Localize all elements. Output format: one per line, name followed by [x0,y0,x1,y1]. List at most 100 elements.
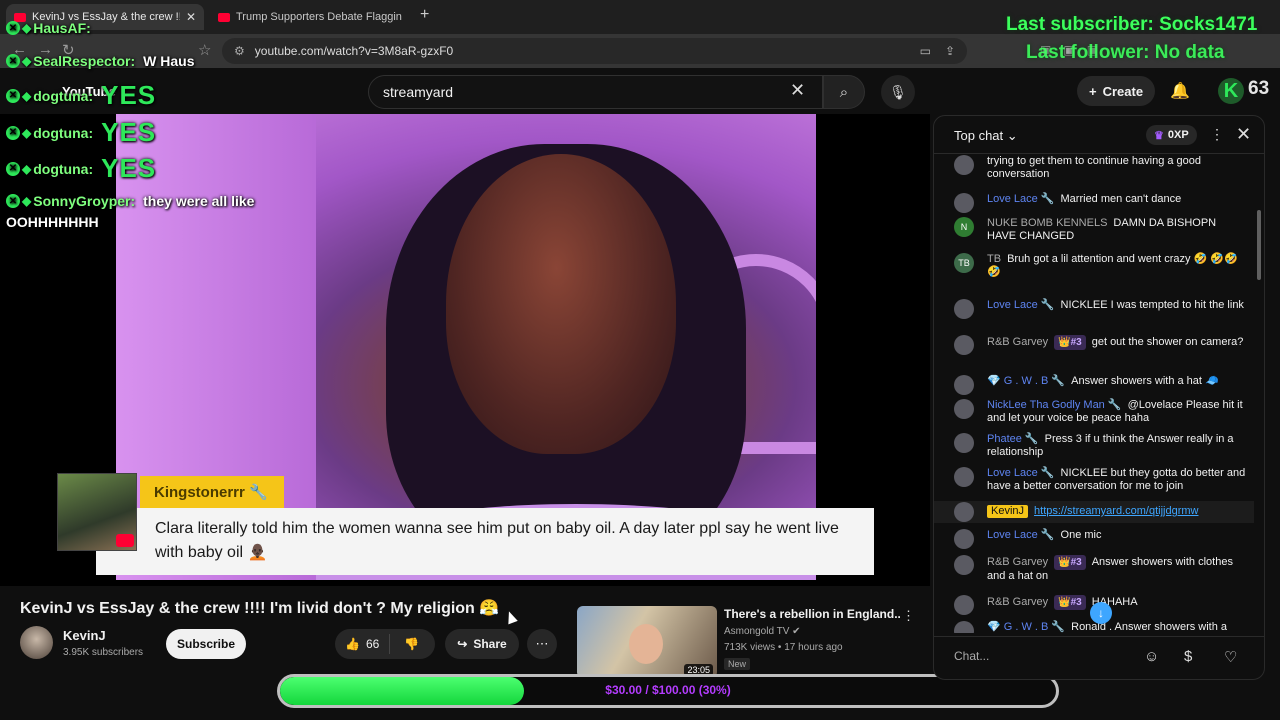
xp-badge[interactable]: ♛ 0XP [1146,125,1197,145]
chat-input[interactable]: Chat... [954,649,989,663]
chat-message[interactable]: Phatee 🔧 Press 3 if u think the Answer re… [934,433,1254,463]
create-button[interactable]: + Create [1077,76,1156,106]
recommended-video-thumbnail[interactable]: 23:05 [577,606,717,678]
chat-message[interactable]: R&B Garvey 👑#3 Answer showers with clothes… [934,555,1254,585]
chat-avatar[interactable] [954,502,974,522]
site-info-icon[interactable]: ⚙ [234,44,245,58]
chat-message[interactable]: TB TB Bruh got a lil attention and went cr… [934,253,1254,283]
kebab-menu-icon[interactable]: ⋮ [902,608,915,624]
emoji-icon[interactable]: ☺ [1144,648,1159,665]
super-chat-icon[interactable]: $ [1184,648,1192,665]
thumbs-down-icon: 👎 [404,637,420,651]
stream-chat-line: ✕ ◆ dogtuna: YES [6,117,156,148]
scroll-to-bottom-button[interactable]: ↓ [1090,602,1112,624]
url-text: youtube.com/watch?v=3M8aR-gzxF0 [254,44,454,58]
search-input[interactable]: streamyard [368,75,823,109]
chat-avatar[interactable] [954,595,974,615]
featured-avatar [57,473,137,551]
share-button[interactable]: ↪ Share [445,629,519,659]
chat-avatar[interactable] [954,299,974,319]
chat-avatar[interactable] [954,555,974,575]
chat-message-body: KevinJ https://streamyard.com/qtijjdgrmw [987,505,1247,518]
chat-scrollbar[interactable] [1256,160,1262,630]
chat-avatar[interactable] [954,335,974,355]
last-subscriber-label: Last subscriber: Socks1471 [1006,14,1258,35]
close-chat-icon[interactable]: ✕ [1236,124,1251,145]
chat-message[interactable]: trying to get them to continue having a … [934,155,1254,185]
chat-message[interactable]: NickLee Tha Godly Man 🔧 @Lovelace Please … [934,399,1254,429]
chat-text: Answer showers with a hat 🧢 [1071,375,1219,387]
recommended-video-title[interactable]: There's a rebellion in England.. [724,607,901,621]
chat-avatar[interactable] [954,155,974,175]
featured-author: Kingstonerrr 🔧 [140,476,284,508]
chat-link[interactable]: https://streamyard.com/qtijjdgrmw [1034,505,1198,517]
chat-author[interactable]: 💎 G . W . B 🔧 [987,621,1065,633]
chat-avatar[interactable] [954,375,974,395]
chat-author[interactable]: Love Lace 🔧 [987,193,1055,205]
scrollbar-thumb[interactable] [1257,210,1261,280]
chat-header: Top chat ⌄ ♛ 0XP ⋮ ✕ [934,116,1264,154]
new-badge: New [724,658,751,670]
overlay-counter: 63 [1248,78,1270,99]
chat-message[interactable]: N NUKE BOMB KENNELS DAMN DA BISHOPN HAVE C… [934,217,1254,247]
clear-search-icon[interactable]: ✕ [790,80,805,101]
chat-avatar[interactable]: TB [954,253,974,273]
chat-avatar[interactable] [954,399,974,419]
channel-owner-badge[interactable]: KevinJ [987,505,1029,518]
rank-badge: 👑#3 [1054,595,1086,610]
share-page-icon[interactable]: ⇪ [945,44,955,58]
chat-avatar[interactable] [954,529,974,549]
chat-author[interactable]: Phatee 🔧 [987,433,1039,445]
chat-author[interactable]: R&B Garvey [987,596,1048,608]
chat-avatar[interactable]: N [954,217,974,237]
chat-text: Married men can't dance [1060,193,1182,205]
close-tab-icon[interactable]: ✕ [186,10,196,24]
top-chat-dropdown[interactable]: Top chat ⌄ [954,128,1018,144]
chat-message[interactable]: R&B Garvey 👑#3 get out the shower on camer… [934,335,1254,365]
stream-chat-line: ✕ ◆ SealRespector: W Haus [6,53,195,69]
chat-avatar[interactable] [954,467,974,487]
chat-author[interactable]: NUKE BOMB KENNELS [987,217,1107,229]
url-field[interactable]: ⚙ youtube.com/watch?v=3M8aR-gzxF0 ▭ ⇪ [222,38,967,64]
chat-message[interactable]: 💎 G . W . B 🔧 Ronald . Answer showers wit… [934,621,1254,633]
search-button[interactable]: ⌕ [823,75,865,109]
account-avatar[interactable]: K [1218,78,1244,104]
chat-author[interactable]: Love Lace 🔧 [987,529,1055,541]
chat-menu-icon[interactable]: ⋮ [1210,126,1224,143]
more-actions-button[interactable]: ⋯ [527,629,557,659]
chat-message-owner[interactable]: KevinJ https://streamyard.com/qtijjdgrmw [934,501,1254,523]
chat-text: Ronald . Answer showers with a [1071,621,1228,633]
chat-avatar[interactable] [954,433,974,453]
chat-message[interactable]: Love Lace 🔧 NICKLEE I was tempted to hit … [934,299,1254,329]
new-tab-icon[interactable]: + [420,6,429,24]
chat-message[interactable]: Love Lace 🔧 NICKLEE but they gotta do bet… [934,467,1254,497]
chat-author[interactable]: 💎 G . W . B 🔧 [987,375,1065,387]
bookmark-icon[interactable]: ☆ [198,41,211,59]
browser-tab-inactive[interactable]: Trump Supporters Debate Flagging [210,4,410,30]
chat-author[interactable]: TB [987,253,1001,265]
chat-message-body: 💎 G . W . B 🔧 Answer showers with a hat 🧢 [987,375,1247,388]
chat-message-body: R&B Garvey 👑#3 get out the shower on camer… [987,335,1247,350]
recommended-channel[interactable]: Asmongold TV ✔ [724,626,801,637]
chat-author[interactable]: Love Lace 🔧 [987,299,1055,311]
chat-author[interactable]: Love Lace 🔧 [987,467,1055,479]
chat-message-body: NUKE BOMB KENNELS DAMN DA BISHOPN HAVE CH… [987,217,1247,243]
channel-avatar[interactable] [20,626,53,659]
cast-icon[interactable]: ▭ [920,44,931,58]
like-button[interactable]: 👍 66 [335,634,391,654]
chat-avatar[interactable] [954,193,974,213]
stream-chat-line: ✕ ◆ HausAF: [6,20,91,36]
heart-icon[interactable]: ♡ [1224,648,1237,666]
chat-avatar[interactable] [954,621,974,633]
channel-name[interactable]: KevinJ [63,628,106,643]
dislike-button[interactable]: 👎 [390,637,433,651]
voice-search-button[interactable]: 🎙 [881,75,915,109]
chat-author[interactable]: R&B Garvey [987,556,1048,568]
subscriber-count: 3.95K subscribers [63,647,144,658]
chat-author[interactable]: NickLee Tha Godly Man 🔧 [987,399,1122,411]
youtube-icon [116,534,134,547]
stream-chat-text: YES [101,117,157,147]
notifications-bell-icon[interactable]: 🔔 [1170,81,1190,101]
chat-author[interactable]: R&B Garvey [987,336,1048,348]
subscribe-button[interactable]: Subscribe [166,629,246,659]
